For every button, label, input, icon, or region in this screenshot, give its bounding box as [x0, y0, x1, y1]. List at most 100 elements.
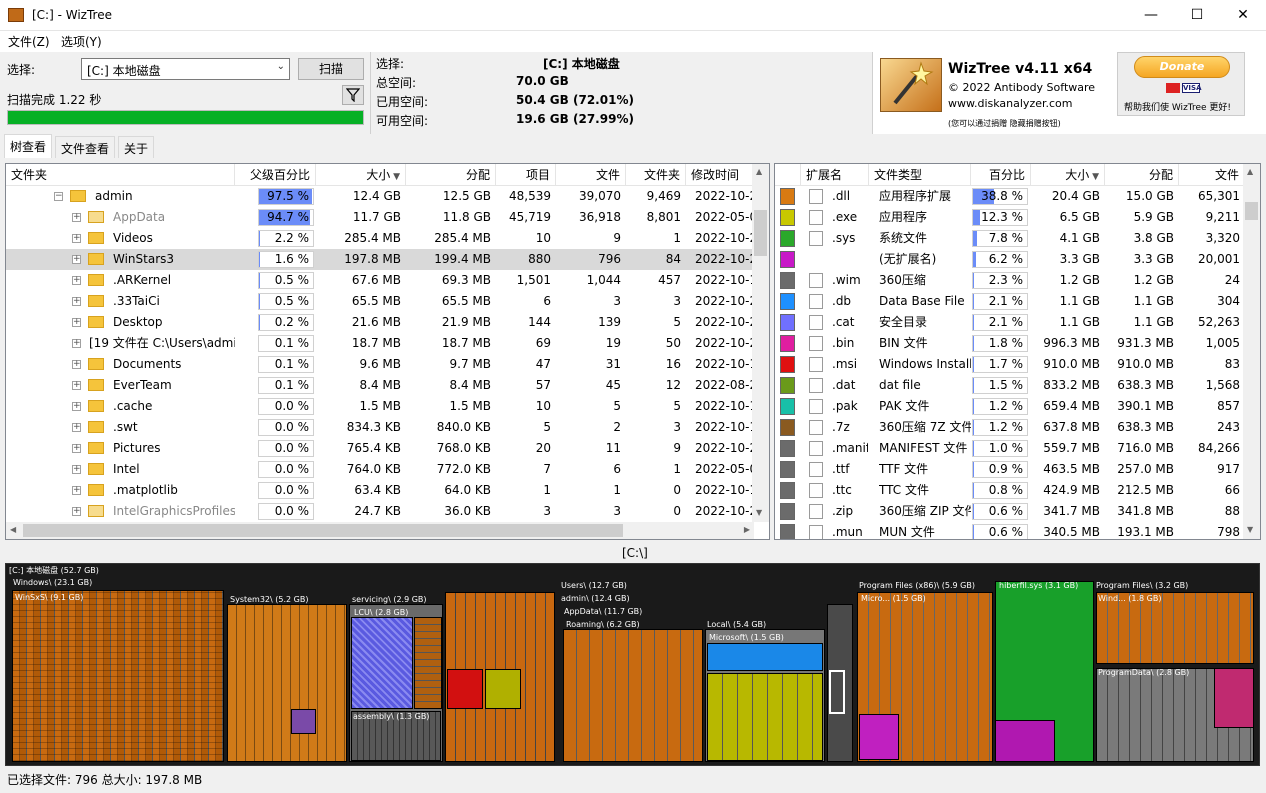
ext-row[interactable]: .ttc TTC 文件 0.8 % 424.9 MB 212.5 MB 66 — [775, 480, 1245, 501]
close-button[interactable]: ✕ — [1220, 0, 1266, 31]
tree-row[interactable]: + .33TaiCi 0.5 % 65.5 MB 65.5 MB 6 3 3 2022-10-2… — [6, 291, 754, 312]
tree-row[interactable]: + Pictures 0.0 % 765.4 KB 768.0 KB 20 11 9 2022-… — [6, 438, 754, 459]
expand-icon[interactable]: + — [72, 297, 81, 306]
tm-microsoft-block[interactable] — [707, 643, 823, 671]
expand-icon[interactable]: + — [72, 213, 81, 222]
tm-system32-block[interactable] — [227, 604, 347, 762]
filter-button[interactable] — [342, 85, 364, 105]
collapse-icon[interactable]: − — [54, 192, 63, 201]
ext-row[interactable]: (无扩展名) 6.2 % 3.3 GB 3.3 GB 20,001 — [775, 249, 1245, 270]
ext-row[interactable]: .cat 安全目录 2.1 % 1.1 GB 1.1 GB 52,263 — [775, 312, 1245, 333]
ext-row[interactable]: .pak PAK 文件 1.2 % 659.4 MB 390.1 MB 857 — [775, 396, 1245, 417]
tree-row[interactable]: + IntelGraphicsProfiles 0.0 % 24.7 KB 36.0 K… — [6, 501, 754, 522]
ext-row[interactable]: .db Data Base File 2.1 % 1.1 GB 1.1 GB 304 — [775, 291, 1245, 312]
ext-row[interactable]: .dat dat file 1.5 % 833.2 MB 638.3 MB 1,568 — [775, 375, 1245, 396]
expand-icon[interactable]: + — [72, 339, 81, 348]
col-ext[interactable]: 扩展名 — [801, 164, 869, 186]
col-items[interactable]: 项目 — [496, 164, 556, 186]
tree-hscroll-thumb[interactable] — [23, 524, 623, 537]
maximize-button[interactable]: ☐ — [1174, 0, 1220, 31]
tm-system32-sub[interactable] — [291, 709, 316, 734]
ext-row[interactable]: .wim 360压缩 2.3 % 1.2 GB 1.2 GB 24 — [775, 270, 1245, 291]
col-type[interactable]: 文件类型 — [869, 164, 971, 186]
scroll-up-icon[interactable]: ▲ — [1247, 167, 1253, 176]
expand-icon[interactable]: + — [72, 318, 81, 327]
tree-scroll-thumb[interactable] — [754, 210, 767, 256]
ext-row[interactable]: .ttf TTF 文件 0.9 % 463.5 MB 257.0 MB 917 — [775, 459, 1245, 480]
col-files[interactable]: 文件 — [556, 164, 626, 186]
tree-row[interactable]: + Documents 0.1 % 9.6 MB 9.7 MB 47 31 16 2022-10… — [6, 354, 754, 375]
scroll-down-icon[interactable]: ▼ — [1247, 525, 1253, 534]
expand-icon[interactable]: + — [72, 402, 81, 411]
tree-row[interactable]: + Desktop 0.2 % 21.6 MB 21.9 MB 144 139 5 2022-1… — [6, 312, 754, 333]
col-pct[interactable]: 百分比 — [971, 164, 1031, 186]
tm-roaming-block[interactable] — [563, 629, 703, 762]
tree-row[interactable]: + Videos 2.2 % 285.4 MB 285.4 MB 10 9 1 2022-10-… — [6, 228, 754, 249]
col-ext-size[interactable]: 大小 ▼ — [1031, 164, 1105, 186]
col-modified[interactable]: 修改时间 — [686, 164, 756, 186]
ext-row[interactable]: .sys 系统文件 7.8 % 4.1 GB 3.8 GB 3,320 — [775, 228, 1245, 249]
scroll-down-icon[interactable]: ▼ — [756, 508, 762, 517]
scroll-right-icon[interactable]: ▶ — [744, 525, 750, 534]
tm-selected-highlight[interactable] — [829, 670, 845, 714]
tree-row[interactable]: + EverTeam 0.1 % 8.4 MB 8.4 MB 57 45 12 2022-08-… — [6, 375, 754, 396]
expand-icon[interactable]: + — [72, 360, 81, 369]
tree-row[interactable]: + Intel 0.0 % 764.0 KB 772.0 KB 7 6 1 2022-05-08 — [6, 459, 754, 480]
menu-options[interactable]: 选项(Y) — [61, 33, 102, 50]
expand-icon[interactable]: + — [72, 507, 81, 516]
tree-vertical-scrollbar[interactable]: ▲ ▼ — [752, 164, 769, 522]
ext-scroll-thumb[interactable] — [1245, 202, 1258, 220]
minimize-button[interactable]: — — [1128, 0, 1174, 31]
ext-vertical-scrollbar[interactable]: ▲ ▼ — [1243, 164, 1260, 539]
tree-row[interactable]: − admin 97.5 % 12.4 GB 12.5 GB 48,539 39,070 9,… — [6, 186, 754, 207]
tm-lcu-block[interactable] — [351, 617, 413, 709]
ext-row[interactable]: .7z 360压缩 7Z 文件 1.2 % 637.8 MB 638.3 MB 243 — [775, 417, 1245, 438]
tree-horizontal-scrollbar[interactable]: ◀ ▶ — [6, 522, 754, 539]
drive-select[interactable]: [C:] 本地磁盘 ⌄ — [81, 58, 290, 80]
tree-row[interactable]: + .matplotlib 0.0 % 63.4 KB 64.0 KB 1 1 0 2022-1… — [6, 480, 754, 501]
tm-hiberfil-sub[interactable] — [995, 720, 1055, 762]
expand-icon[interactable]: + — [72, 444, 81, 453]
donate-button[interactable]: Donate — [1134, 56, 1230, 78]
tab-tree-view[interactable]: 树查看 — [4, 134, 53, 158]
menu-file[interactable]: 文件(Z) — [8, 33, 50, 50]
ext-row[interactable]: .msi Windows Installe 1.7 % 910.0 MB 910.0 M… — [775, 354, 1245, 375]
expand-icon[interactable]: + — [72, 486, 81, 495]
ext-row[interactable]: .dll 应用程序扩展 38.8 % 20.4 GB 15.0 GB 65,301 — [775, 186, 1245, 207]
tm-servicing-other[interactable] — [414, 617, 442, 709]
tab-about[interactable]: 关于 — [118, 136, 155, 158]
expand-icon[interactable]: + — [72, 234, 81, 243]
tm-local-yellow[interactable] — [707, 673, 823, 761]
col-parent-pct[interactable]: 父级百分比 — [235, 164, 316, 186]
website-link[interactable]: www.diskanalyzer.com — [948, 97, 1073, 110]
scroll-up-icon[interactable]: ▲ — [756, 167, 762, 176]
expand-icon[interactable]: + — [72, 255, 81, 264]
ext-row[interactable]: .bin BIN 文件 1.8 % 996.3 MB 931.3 MB 1,005 — [775, 333, 1245, 354]
tab-file-view[interactable]: 文件查看 — [55, 136, 116, 158]
tree-row[interactable]: + [19 文件在 C:\Users\admi 0.1 % 18.7 MB 18.7 M… — [6, 333, 754, 354]
col-ext-alloc[interactable]: 分配 — [1105, 164, 1179, 186]
expand-icon[interactable]: + — [72, 381, 81, 390]
scroll-left-icon[interactable]: ◀ — [10, 525, 16, 534]
expand-icon[interactable]: + — [72, 465, 81, 474]
col-ext-files[interactable]: 文件 — [1179, 164, 1245, 186]
tm-windows-yellow[interactable] — [485, 669, 521, 709]
tree-row[interactable]: + .ARKernel 0.5 % 67.6 MB 69.3 MB 1,501 1,044 4… — [6, 270, 754, 291]
tree-row[interactable]: + .swt 0.0 % 834.3 KB 840.0 KB 5 2 3 2022-10-17 — [6, 417, 754, 438]
tm-pfx86-magenta[interactable] — [859, 714, 899, 760]
ext-row[interactable]: .mun MUN 文件 0.6 % 340.5 MB 193.1 MB 798 — [775, 522, 1245, 539]
ext-row[interactable]: .exe 应用程序 12.3 % 6.5 GB 5.9 GB 9,211 — [775, 207, 1245, 228]
col-alloc[interactable]: 分配 — [406, 164, 496, 186]
expand-icon[interactable]: + — [72, 423, 81, 432]
col-folder[interactable]: 文件夹 — [6, 164, 235, 186]
tm-winsxs-block[interactable] — [12, 590, 224, 762]
tree-row[interactable]: + AppData 94.7 % 11.7 GB 11.8 GB 45,719 36,918… — [6, 207, 754, 228]
ext-row[interactable]: .zip 360压缩 ZIP 文件 0.6 % 341.7 MB 341.8 MB 88 — [775, 501, 1245, 522]
tree-row[interactable]: + .cache 0.0 % 1.5 MB 1.5 MB 10 5 5 2022-10-19 — [6, 396, 754, 417]
treemap[interactable]: [C:] 本地磁盘 (52.7 GB) Windows\ (23.1 GB) W… — [5, 563, 1260, 766]
scan-button[interactable]: 扫描 — [298, 58, 364, 80]
tm-windows-red[interactable] — [447, 669, 483, 709]
tree-row[interactable]: + WinStars3 1.6 % 197.8 MB 199.4 MB 880 796 84 2… — [6, 249, 754, 270]
ext-row[interactable]: .manif MANIFEST 文件 1.0 % 559.7 MB 716.0 MB 84… — [775, 438, 1245, 459]
col-folders[interactable]: 文件夹 — [626, 164, 686, 186]
